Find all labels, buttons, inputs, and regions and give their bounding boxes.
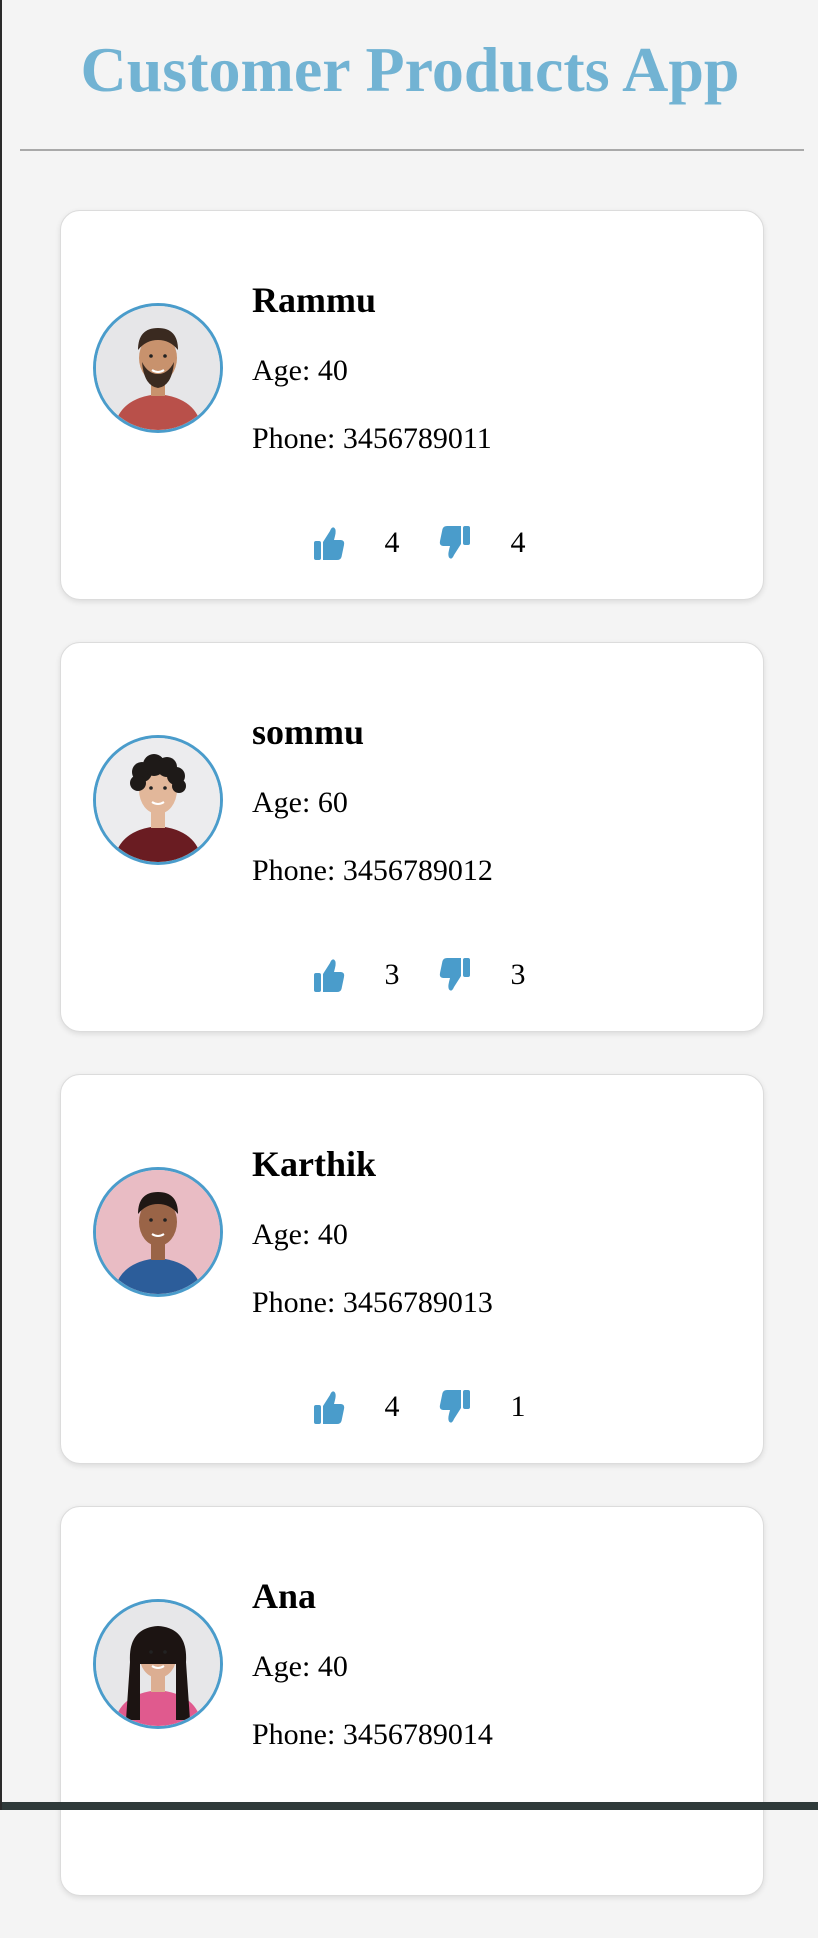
customer-age: Age: 40 bbox=[252, 1650, 348, 1683]
customer-avatar bbox=[93, 303, 223, 433]
customer-avatar bbox=[93, 1167, 223, 1297]
app-title: Customer Products App bbox=[80, 34, 740, 105]
customer-name: Rammu bbox=[252, 280, 376, 320]
reaction-bar: 4 1 bbox=[311, 1385, 563, 1429]
thumbs-down-icon[interactable] bbox=[437, 953, 473, 997]
customer-phone: Phone: 3456789011 bbox=[252, 422, 492, 455]
thumbs-up-icon[interactable] bbox=[311, 521, 347, 565]
app-header: Customer Products App bbox=[2, 0, 818, 151]
window-bottom-edge bbox=[2, 1802, 818, 1810]
customer-info: Karthik Age: 40 Phone: 3456789013 bbox=[252, 1143, 493, 1321]
customer-info: sommu Age: 60 Phone: 3456789012 bbox=[252, 711, 493, 889]
customer-phone: Phone: 3456789012 bbox=[252, 854, 493, 887]
customer-age: Age: 60 bbox=[252, 786, 348, 819]
dislike-count: 4 bbox=[510, 526, 526, 559]
thumbs-down-icon[interactable] bbox=[437, 1385, 473, 1429]
thumbs-down-icon[interactable] bbox=[437, 521, 473, 565]
customer-phone: Phone: 3456789013 bbox=[252, 1286, 493, 1319]
customer-card-sommu: sommu Age: 60 Phone: 3456789012 3 3 bbox=[60, 642, 764, 1032]
reaction-bar: 3 3 bbox=[311, 953, 563, 997]
thumbs-up-icon[interactable] bbox=[311, 1385, 347, 1429]
like-count: 3 bbox=[384, 958, 400, 991]
thumbs-up-icon[interactable] bbox=[311, 953, 347, 997]
like-count: 4 bbox=[384, 526, 400, 559]
customer-avatar bbox=[93, 1599, 223, 1729]
customer-age: Age: 40 bbox=[252, 354, 348, 387]
customer-card-ana: Ana Age: 40 Phone: 3456789014 bbox=[60, 1506, 764, 1896]
reaction-bar: 4 4 bbox=[311, 521, 563, 565]
customer-avatar bbox=[93, 735, 223, 865]
dislike-count: 1 bbox=[510, 1390, 526, 1423]
customer-info: Rammu Age: 40 Phone: 3456789011 bbox=[252, 279, 492, 457]
customer-phone: Phone: 3456789014 bbox=[252, 1718, 493, 1751]
dislike-count: 3 bbox=[510, 958, 526, 991]
customer-card-rammu: Rammu Age: 40 Phone: 3456789011 4 4 bbox=[60, 210, 764, 600]
customer-name: Ana bbox=[252, 1576, 317, 1616]
like-count: 4 bbox=[384, 1390, 400, 1423]
customer-card-karthik: Karthik Age: 40 Phone: 3456789013 4 1 bbox=[60, 1074, 764, 1464]
customer-info: Ana Age: 40 Phone: 3456789014 bbox=[252, 1575, 493, 1753]
customer-age: Age: 40 bbox=[252, 1218, 348, 1251]
customer-list: Rammu Age: 40 Phone: 3456789011 4 4 somm bbox=[60, 210, 764, 1938]
title-divider bbox=[20, 149, 804, 151]
customer-name: sommu bbox=[252, 712, 365, 752]
customer-name: Karthik bbox=[252, 1144, 377, 1184]
